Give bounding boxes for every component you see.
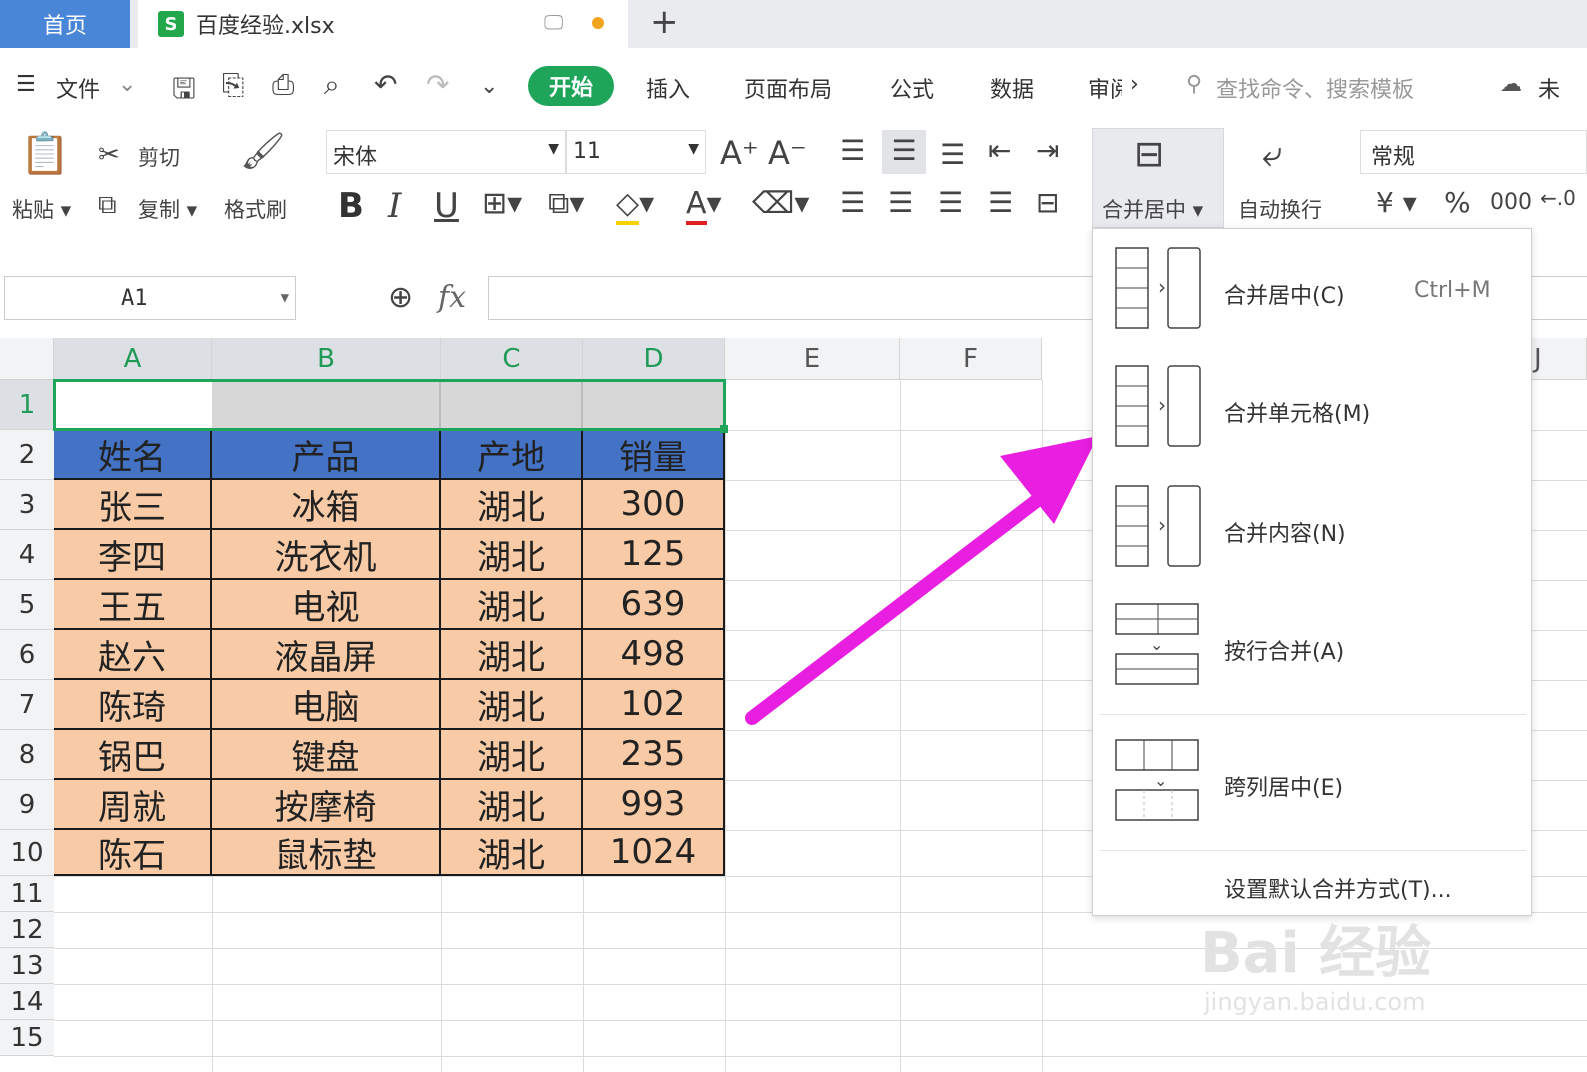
menu-item-merge-content[interactable]: 合并内容(N)	[1224, 516, 1346, 548]
menu-item-merge-cells[interactable]: 合并单元格(M)	[1224, 396, 1370, 428]
svg-text:›: ›	[1158, 513, 1166, 537]
svg-text:›: ›	[1158, 275, 1166, 299]
merge-by-row-icon: ⌄	[1115, 603, 1199, 685]
merge-center-icon: ›	[1115, 247, 1201, 329]
menu-divider	[1100, 714, 1526, 715]
menu-item-default-merge-setting[interactable]: 设置默认合并方式(T)...	[1224, 872, 1452, 904]
merge-cells-icon: ›	[1115, 365, 1201, 447]
menu-item-merge-by-row[interactable]: 按行合并(A)	[1224, 634, 1344, 666]
center-across-columns-icon: ⌄	[1115, 739, 1199, 821]
merge-content-icon: ›	[1115, 485, 1201, 567]
menu-item-merge-center[interactable]: 合并居中(C)	[1224, 278, 1345, 310]
menu-divider	[1100, 850, 1526, 851]
watermark-url: jingyan.baidu.com	[1204, 988, 1426, 1016]
menu-item-center-across[interactable]: 跨列居中(E)	[1224, 770, 1343, 802]
svg-text:›: ›	[1158, 393, 1166, 417]
svg-text:⌄: ⌄	[1150, 635, 1163, 654]
watermark-logo: Bai 经验	[1200, 921, 1432, 986]
menu-item-shortcut: Ctrl+M	[1414, 278, 1491, 303]
svg-text:⌄: ⌄	[1154, 771, 1167, 790]
